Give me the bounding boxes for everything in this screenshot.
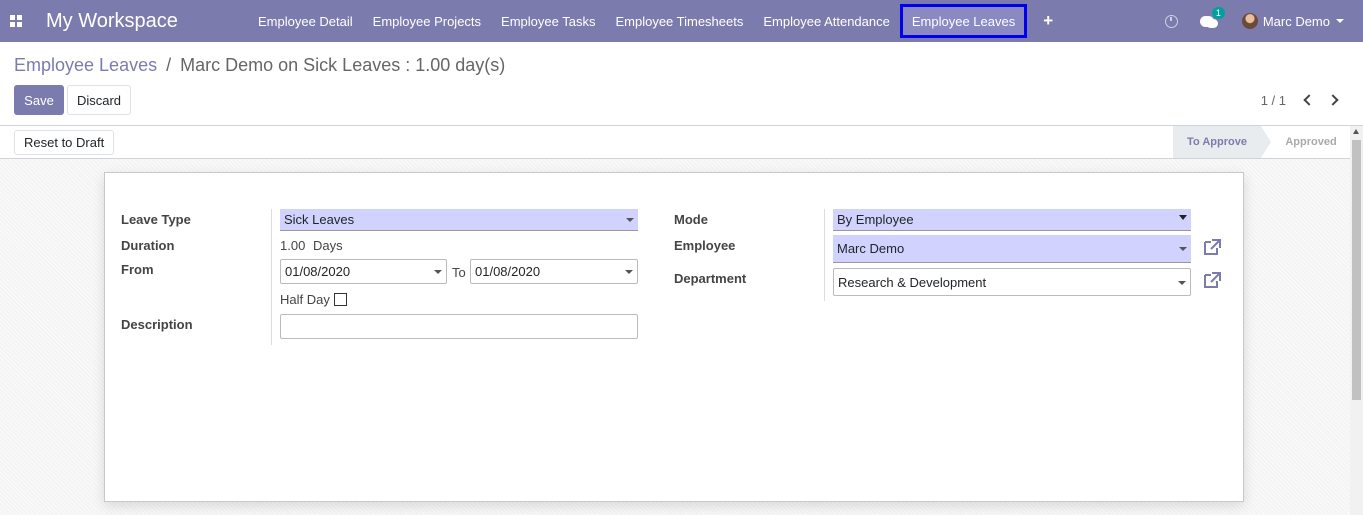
description-label: Description xyxy=(121,317,193,332)
employee-select[interactable]: Marc Demo xyxy=(833,235,1191,263)
chat-bubbles-icon xyxy=(1199,15,1218,28)
menu-employee-tasks[interactable]: Employee Tasks xyxy=(491,0,605,42)
main-menu: Employee Detail Employee Projects Employ… xyxy=(248,0,1067,42)
caret-down-icon[interactable] xyxy=(1178,281,1186,285)
menu-employee-attendance[interactable]: Employee Attendance xyxy=(753,0,899,42)
app-brand[interactable]: My Workspace xyxy=(46,10,218,33)
duration-label: Duration xyxy=(121,238,175,253)
date-from-input[interactable]: 01/08/2020 xyxy=(280,259,447,284)
scroll-up-arrow-icon[interactable] xyxy=(1353,129,1359,134)
pager-previous-button[interactable] xyxy=(1299,92,1315,108)
right-group-divider xyxy=(824,209,825,301)
user-avatar[interactable] xyxy=(1241,13,1258,29)
menu-employee-leaves[interactable]: Employee Leaves xyxy=(899,4,1028,38)
caret-down-icon[interactable] xyxy=(626,218,634,222)
duration-unit: Days xyxy=(313,238,343,253)
breadcrumb-separator: / xyxy=(166,55,172,75)
leave-type-label: Leave Type xyxy=(121,212,191,227)
add-menu-icon[interactable]: + xyxy=(1029,11,1067,31)
date-to-value: 01/08/2020 xyxy=(475,264,541,279)
chevron-right-icon xyxy=(1326,94,1339,106)
mode-select[interactable]: By Employee xyxy=(833,209,1191,231)
breadcrumb-parent-link[interactable]: Employee Leaves xyxy=(14,55,157,75)
apps-grid-icon xyxy=(10,15,22,27)
date-from-value: 01/08/2020 xyxy=(285,264,351,279)
chat-counter-badge: 1 xyxy=(1211,6,1225,19)
employee-label: Employee xyxy=(674,238,736,253)
control-panel: Employee Leaves / Marc Demo on Sick Leav… xyxy=(0,42,1363,126)
vertical-scrollbar[interactable] xyxy=(1350,126,1363,515)
apps-menu-button[interactable] xyxy=(0,0,30,42)
breadcrumb: Employee Leaves / Marc Demo on Sick Leav… xyxy=(14,55,505,76)
breadcrumb-current: Marc Demo on Sick Leaves : 1.00 day(s) xyxy=(180,55,506,75)
stage-to-approve[interactable]: To Approve xyxy=(1173,126,1271,158)
systray: 1 Marc Demo xyxy=(1164,0,1363,42)
form-sheet: Leave Type Sick Leaves Duration 1.00 Day… xyxy=(104,172,1244,502)
caret-down-icon[interactable] xyxy=(434,270,442,274)
menu-employee-detail[interactable]: Employee Detail xyxy=(248,0,363,42)
department-select[interactable]: Research & Development xyxy=(833,268,1191,296)
external-link-icon[interactable] xyxy=(1202,238,1222,256)
menu-employee-timesheets[interactable]: Employee Timesheets xyxy=(605,0,753,42)
department-value: Research & Development xyxy=(838,274,987,290)
menu-employee-projects[interactable]: Employee Projects xyxy=(363,0,491,42)
department-label: Department xyxy=(674,271,747,286)
user-menu-name[interactable]: Marc Demo xyxy=(1263,14,1330,29)
activity-clock-icon[interactable] xyxy=(1164,14,1178,28)
form-statusbar: Reset to Draft To Approve Approved xyxy=(0,126,1350,159)
description-input[interactable] xyxy=(280,314,638,339)
half-day-label: Half Day xyxy=(280,292,330,307)
half-day-checkbox[interactable] xyxy=(334,293,347,306)
pager-next-button[interactable] xyxy=(1326,92,1342,108)
mode-label: Mode xyxy=(674,212,708,227)
top-navbar: My Workspace Employee Detail Employee Pr… xyxy=(0,0,1363,42)
duration-value: 1.00 xyxy=(280,238,306,253)
caret-down-icon[interactable] xyxy=(625,270,633,274)
pager-value[interactable]: 1 / 1 xyxy=(1261,93,1286,108)
caret-down-icon[interactable] xyxy=(1179,215,1187,220)
left-group-divider xyxy=(271,209,272,345)
discard-button[interactable]: Discard xyxy=(67,85,131,115)
chevron-down-icon[interactable] xyxy=(1336,19,1344,23)
mode-value: By Employee xyxy=(837,212,914,227)
caret-down-icon[interactable] xyxy=(1179,247,1187,251)
date-to-input[interactable]: 01/08/2020 xyxy=(470,259,638,284)
external-link-icon[interactable] xyxy=(1202,271,1222,289)
scrollbar-thumb[interactable] xyxy=(1352,140,1361,400)
employee-value: Marc Demo xyxy=(837,241,905,256)
messaging-button[interactable]: 1 xyxy=(1199,6,1225,28)
chevron-left-icon xyxy=(1302,94,1315,106)
leave-type-value: Sick Leaves xyxy=(284,212,355,227)
stage-approved[interactable]: Approved xyxy=(1272,126,1350,158)
leave-type-select[interactable]: Sick Leaves xyxy=(280,209,638,231)
from-label: From xyxy=(121,262,154,277)
to-label: To xyxy=(452,265,466,280)
reset-to-draft-button[interactable]: Reset to Draft xyxy=(14,130,115,155)
save-button[interactable]: Save xyxy=(14,85,64,115)
